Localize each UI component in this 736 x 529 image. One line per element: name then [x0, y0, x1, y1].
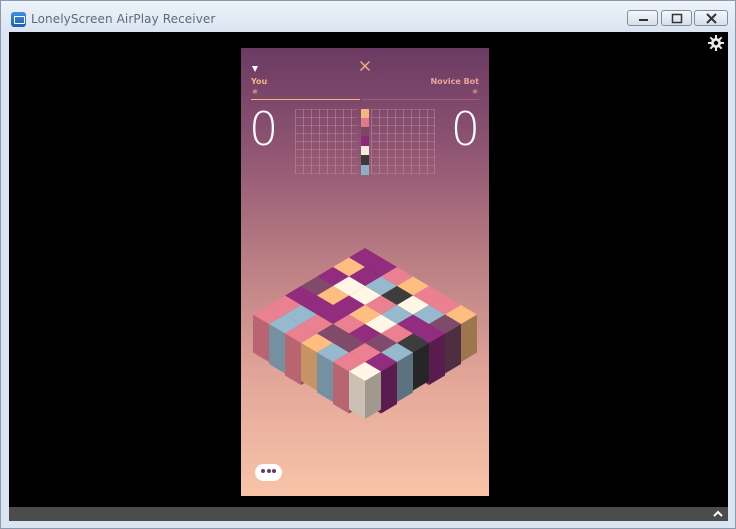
gear-icon[interactable] [708, 35, 724, 51]
player-name: You [251, 77, 268, 86]
opponent-progress [362, 99, 479, 100]
player-score: 0 [249, 102, 279, 156]
triangle-down-icon[interactable] [252, 66, 258, 72]
more-options-button[interactable] [255, 464, 282, 481]
app-window: LonelyScreen AirPlay Receiver You Novice… [0, 0, 736, 529]
opponent-score: 0 [450, 102, 480, 156]
color-palette [361, 109, 369, 175]
close-icon [706, 13, 717, 24]
close-button[interactable] [694, 10, 728, 26]
player-marker: ✵ [252, 88, 258, 96]
minimize-button[interactable] [627, 10, 658, 26]
game-board[interactable] [241, 228, 489, 438]
chevron-up-icon[interactable] [711, 507, 725, 521]
player-progress [251, 99, 360, 100]
board-minimap [295, 109, 435, 175]
maximize-icon [671, 13, 683, 24]
mirror-viewport: You Novice Bot ✵ ✵ 0 0 [9, 32, 728, 507]
mirrored-game-screen[interactable]: You Novice Bot ✵ ✵ 0 0 [241, 48, 489, 496]
minimize-icon [639, 19, 648, 21]
airplay-screen-icon [11, 12, 26, 27]
bottom-toolbar [9, 507, 728, 521]
window-title: LonelyScreen AirPlay Receiver [31, 12, 216, 26]
opponent-marker: ✵ [472, 88, 478, 96]
close-icon[interactable] [359, 60, 371, 72]
ellipsis-icon [261, 469, 265, 473]
maximize-button[interactable] [661, 10, 692, 26]
opponent-name: Novice Bot [430, 77, 479, 86]
title-bar[interactable]: LonelyScreen AirPlay Receiver [1, 1, 735, 32]
